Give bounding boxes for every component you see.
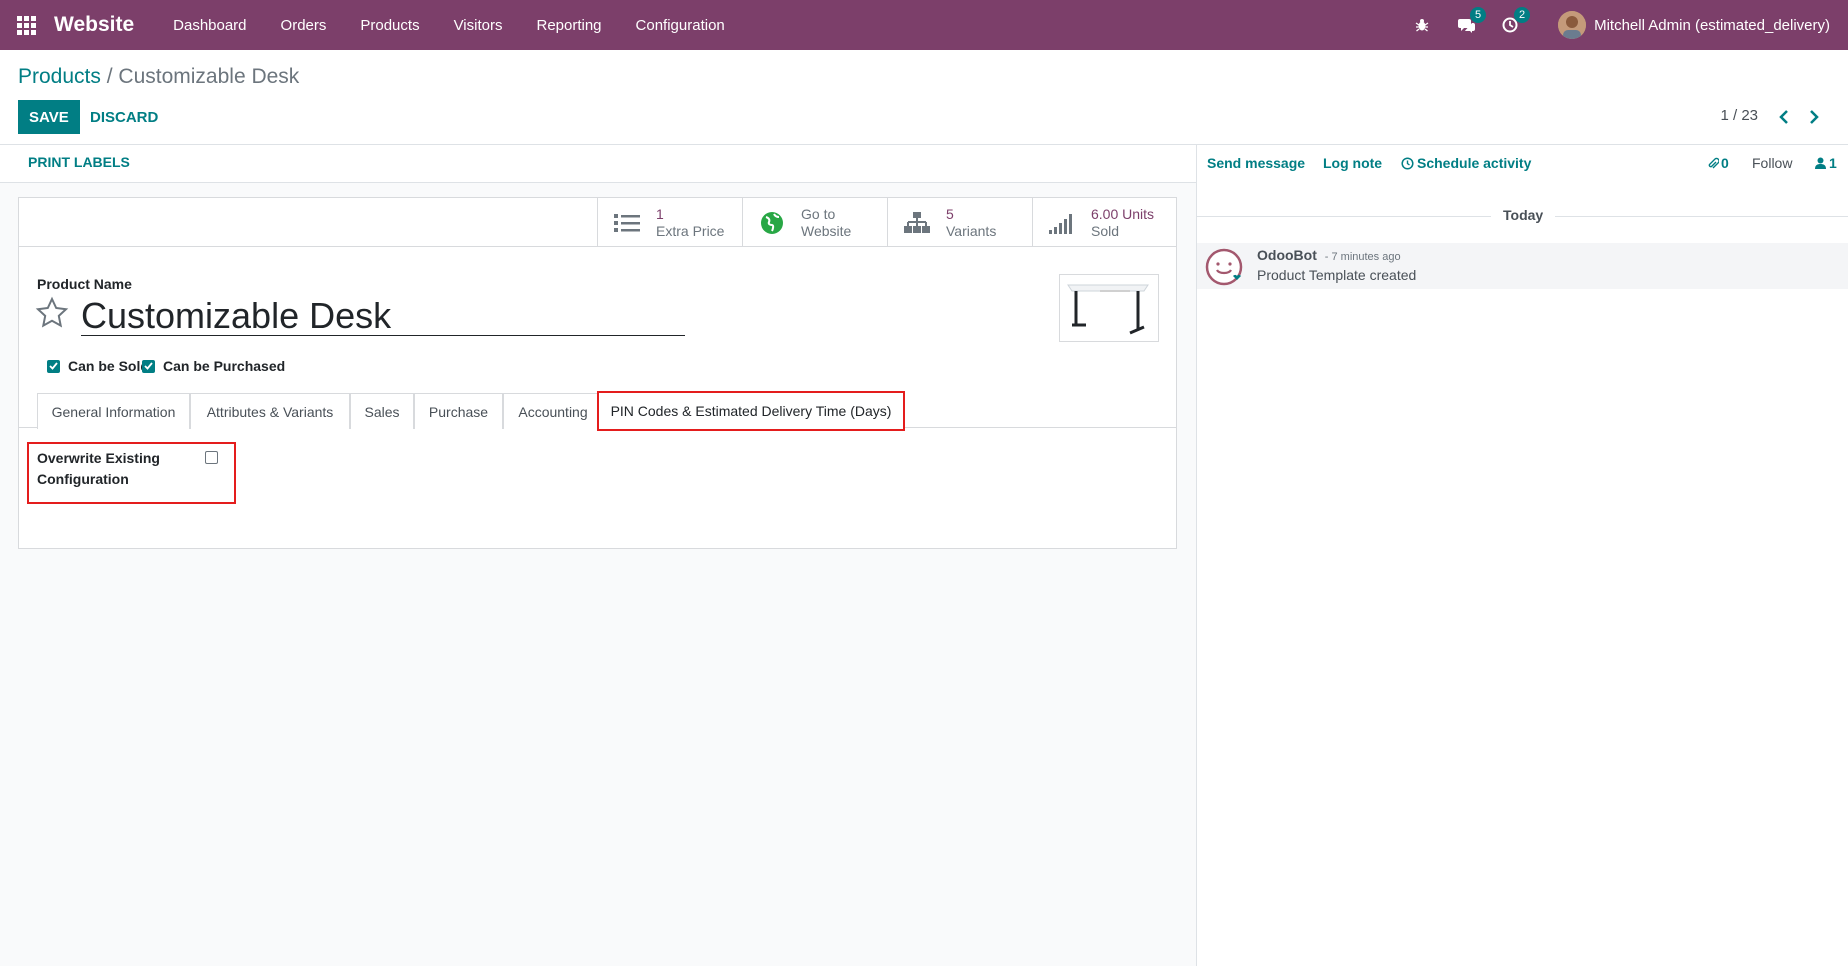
schedule-activity-button[interactable]: Schedule activity <box>1401 155 1531 171</box>
user-avatar[interactable] <box>1558 11 1587 39</box>
form-view: PRINT LABELS 1 Extra Price Go to Website <box>0 145 1196 966</box>
units-sold-value: 6.00 Units <box>1091 205 1155 222</box>
odoobot-avatar-icon[interactable] <box>1205 248 1243 286</box>
chatter-topbar: Send message Log note Schedule activity … <box>1197 145 1848 183</box>
tab-accounting[interactable]: Accounting <box>503 393 603 429</box>
go-to-label: Go to <box>801 205 836 222</box>
extra-price-label: Extra Price <box>656 222 725 239</box>
breadcrumb-separator: / <box>106 65 113 88</box>
variants-count: 5 <box>946 205 954 222</box>
can-be-sold-field[interactable]: Can be Sold <box>47 358 149 374</box>
product-name-label: Product Name <box>37 276 132 292</box>
can-be-purchased-checkbox[interactable] <box>142 359 155 373</box>
smart-button-box: 1 Extra Price Go to Website 5 Variants 6… <box>19 198 1176 247</box>
menu-orders[interactable]: Orders <box>281 17 327 34</box>
menu-visitors[interactable]: Visitors <box>454 17 503 34</box>
menu-products[interactable]: Products <box>360 17 419 34</box>
go-to-website-button[interactable]: Go to Website <box>742 198 887 247</box>
variants-button[interactable]: 5 Variants <box>887 198 1032 247</box>
top-navbar: Website Dashboard Orders Products Visito… <box>0 0 1848 50</box>
user-icon <box>1815 157 1826 169</box>
extra-price-value: 1 <box>656 205 664 222</box>
breadcrumb-products-link[interactable]: Products <box>18 65 101 88</box>
activities-clock-icon[interactable]: 2 <box>1500 7 1531 35</box>
website-label: Website <box>801 222 852 239</box>
pager-next-icon[interactable] <box>1806 107 1822 127</box>
message-body: Product Template created <box>1257 267 1417 283</box>
apps-menu-icon[interactable] <box>17 16 37 35</box>
menu-configuration[interactable]: Configuration <box>636 17 725 34</box>
tab-pin-codes-delivery[interactable]: PIN Codes & Estimated Delivery Time (Day… <box>597 391 905 431</box>
clock-icon <box>1401 156 1414 170</box>
message-timestamp: - 7 minutes ago <box>1324 251 1401 263</box>
messages-badge: 5 <box>1470 7 1487 23</box>
pager-previous-icon[interactable] <box>1776 107 1792 127</box>
pager-value[interactable]: 1 / 23 <box>1720 107 1758 124</box>
followers-count: 1 <box>1829 155 1837 171</box>
favorite-star-icon[interactable] <box>35 296 69 330</box>
attachments-button[interactable]: 0 <box>1707 155 1729 171</box>
product-name-input[interactable]: Customizable Desk <box>81 296 685 336</box>
date-separator-label: Today <box>1503 207 1544 223</box>
tab-general-information[interactable]: General Information <box>37 393 190 429</box>
can-be-purchased-label: Can be Purchased <box>163 358 286 374</box>
send-message-button[interactable]: Send message <box>1207 155 1305 171</box>
user-menu-name[interactable]: Mitchell Admin (estimated_delivery) <box>1594 17 1830 34</box>
list-icon <box>614 210 640 236</box>
tab-sales[interactable]: Sales <box>350 393 414 429</box>
units-sold-button[interactable]: 6.00 Units Sold <box>1032 198 1176 247</box>
overwrite-configuration-label: Overwrite Existing Configuration <box>37 450 160 487</box>
form-sheet: 1 Extra Price Go to Website 5 Variants 6… <box>18 197 1177 549</box>
can-be-purchased-field[interactable]: Can be Purchased <box>142 358 285 374</box>
globe-icon <box>759 210 785 236</box>
breadcrumb: Products / Customizable Desk <box>18 65 299 89</box>
followers-button[interactable]: 1 <box>1815 155 1837 171</box>
sitemap-icon <box>904 210 930 236</box>
overwrite-configuration-checkbox[interactable] <box>205 451 218 464</box>
message-author[interactable]: OdooBot - 7 minutes ago <box>1257 247 1401 263</box>
overwrite-configuration-field: Overwrite Existing Configuration <box>27 442 236 504</box>
schedule-activity-label: Schedule activity <box>1417 155 1532 171</box>
discard-button[interactable]: DISCARD <box>88 100 160 134</box>
app-name[interactable]: Website <box>54 13 134 37</box>
menu-reporting[interactable]: Reporting <box>536 17 601 34</box>
tab-attributes-variants[interactable]: Attributes & Variants <box>190 393 350 429</box>
variants-label: Variants <box>946 222 997 239</box>
chatter-message: OdooBot - 7 minutes ago Product Template… <box>1197 243 1848 289</box>
messages-icon[interactable]: 5 <box>1456 7 1487 35</box>
control-panel: Products / Customizable Desk SAVE DISCAR… <box>0 50 1848 145</box>
menu-dashboard[interactable]: Dashboard <box>173 17 246 34</box>
activities-badge: 2 <box>1514 7 1531 23</box>
message-author-name: OdooBot <box>1257 247 1317 263</box>
log-note-button[interactable]: Log note <box>1323 155 1382 171</box>
chatter-panel: Send message Log note Schedule activity … <box>1196 145 1848 966</box>
extra-price-button[interactable]: 1 Extra Price <box>597 198 742 247</box>
attachments-count: 0 <box>1721 155 1729 171</box>
notebook-tabs: General Information Attributes & Variant… <box>19 391 1176 431</box>
form-statusbar: PRINT LABELS <box>0 145 1196 183</box>
units-sold-label: Sold <box>1091 222 1120 239</box>
paperclip-icon <box>1708 157 1719 168</box>
save-button[interactable]: SAVE <box>18 100 80 134</box>
can-be-sold-checkbox[interactable] <box>47 359 60 373</box>
product-image[interactable] <box>1059 274 1159 342</box>
signal-icon <box>1049 210 1075 236</box>
date-separator: Today <box>1197 207 1848 227</box>
can-be-sold-label: Can be Sold <box>68 358 149 374</box>
tab-purchase[interactable]: Purchase <box>414 393 503 429</box>
follow-button[interactable]: Follow <box>1752 155 1792 171</box>
breadcrumb-current: Customizable Desk <box>118 65 300 88</box>
print-labels-button[interactable]: PRINT LABELS <box>28 154 130 170</box>
debug-bug-icon[interactable] <box>1412 15 1432 35</box>
